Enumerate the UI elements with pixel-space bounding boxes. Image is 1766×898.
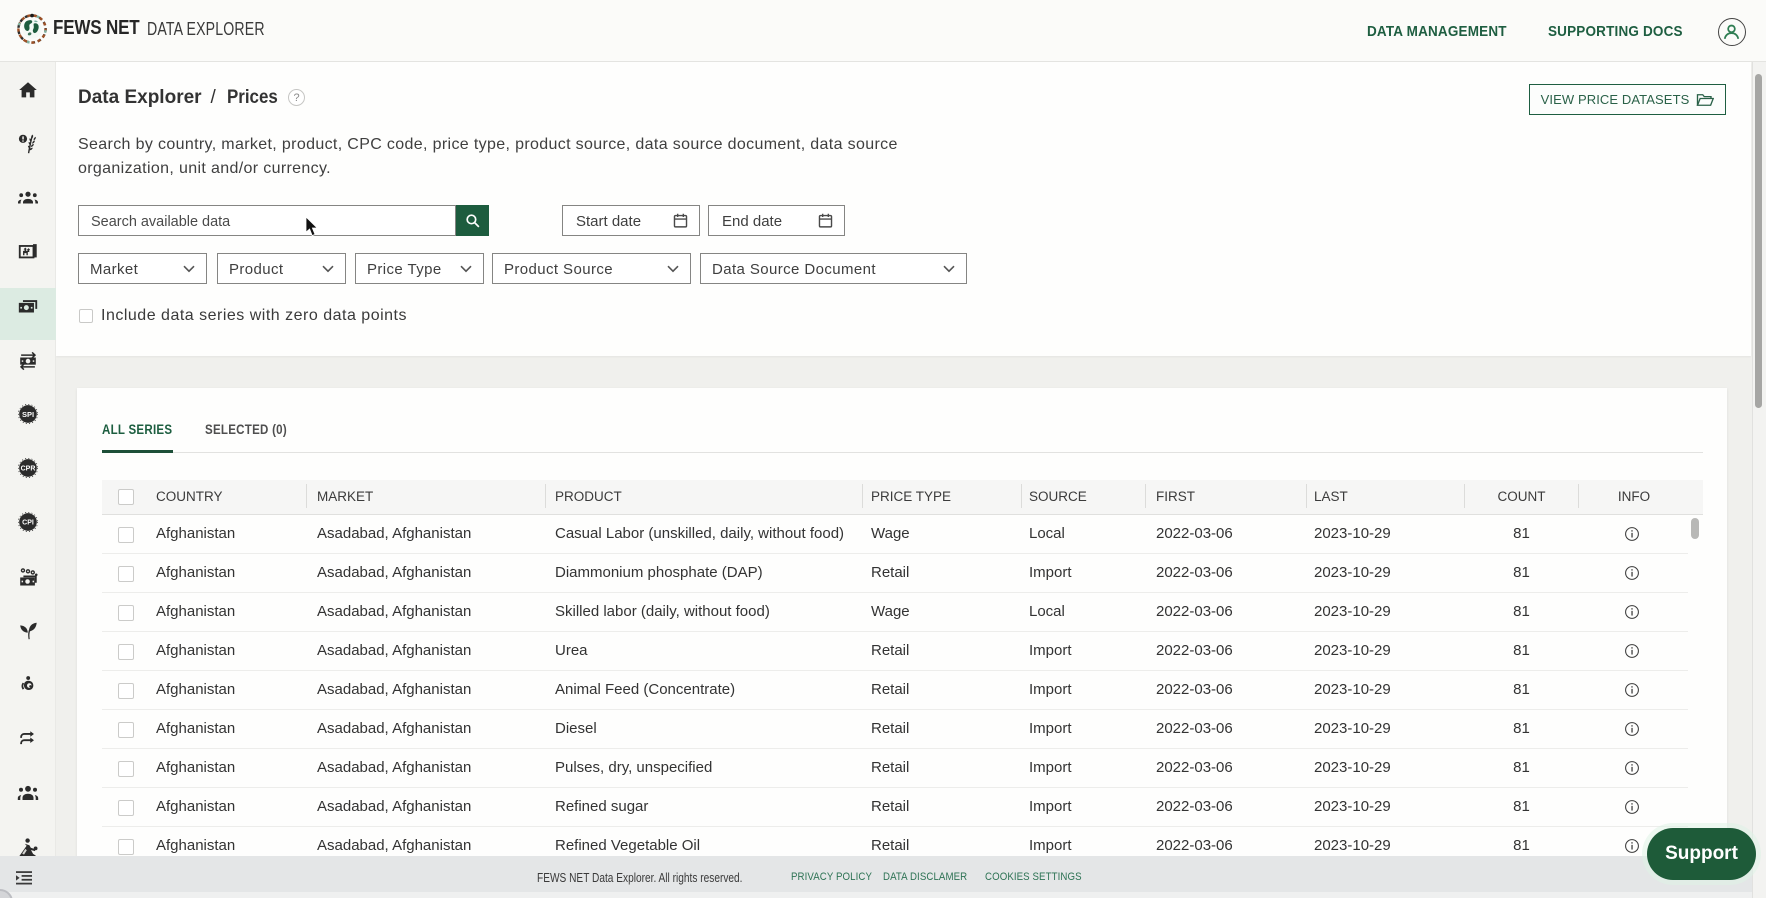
svg-text:SPI: SPI — [22, 410, 34, 419]
svg-text:CPR: CPR — [21, 466, 36, 473]
svg-text:CPI: CPI — [22, 520, 34, 527]
